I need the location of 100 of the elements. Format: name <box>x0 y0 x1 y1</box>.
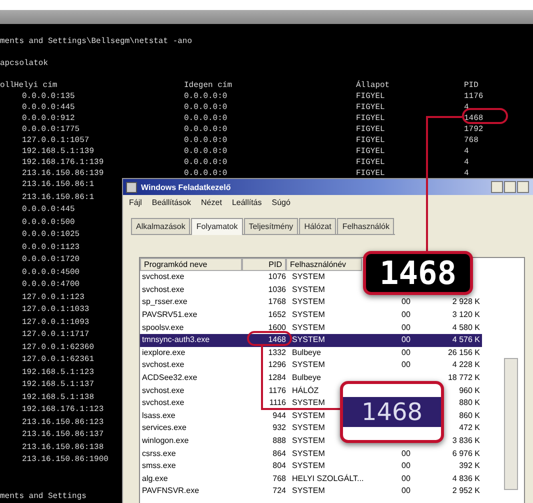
process-memory: 4 836 K <box>452 474 480 484</box>
process-memory: 880 K <box>459 398 480 408</box>
console-pid: 1176 <box>464 91 484 102</box>
tab[interactable]: Folyamatok <box>191 218 243 235</box>
console-state: FIGYEL <box>356 91 385 102</box>
tab[interactable]: Alkalmazások <box>131 218 190 234</box>
maximize-button[interactable] <box>504 181 516 193</box>
close-button[interactable] <box>517 181 529 193</box>
process-name: winlogon.exe <box>142 436 190 446</box>
console-local-address: 127.0.0.1:123 <box>21 292 84 304</box>
process-pid: 864 <box>272 448 286 459</box>
column-header[interactable]: Programkód neve <box>140 258 242 271</box>
process-name: services.exe <box>142 423 188 434</box>
process-memory: 3 836 K <box>452 436 480 446</box>
column-header[interactable]: PID <box>242 258 286 271</box>
console-local-address: 192.168.176.1:123 <box>21 404 104 416</box>
console-state: FIGYEL <box>356 157 385 168</box>
console-local-address: 192.168.5.1:137 <box>21 379 94 391</box>
scrollbar[interactable] <box>504 358 518 490</box>
tab[interactable]: Felhasználók <box>337 218 394 234</box>
console-local-address: 0.0.0.0:135 <box>21 91 75 102</box>
process-memory: 4 576 K <box>452 335 480 346</box>
console-local-address: 127.0.0.1:62361 <box>21 354 94 366</box>
process-user: SYSTEM <box>292 284 326 295</box>
console-foreign-address: 0.0.0.0:0 <box>184 135 228 146</box>
process-name: PAVSRV51.exe <box>142 310 198 320</box>
console-local-address: 192.168.176.1:139 <box>21 157 104 168</box>
process-memory: 3 120 K <box>452 310 480 320</box>
console-local-address: 127.0.0.1:1093 <box>21 316 90 328</box>
console-foreign-address: 0.0.0.0:0 <box>184 102 228 113</box>
console-pid: 4 <box>464 102 469 113</box>
console-pid: 1792 <box>464 124 484 135</box>
menu-item[interactable]: Fájl <box>129 198 142 207</box>
console-state: FIGYEL <box>356 124 385 135</box>
console-column-header: Helyi cím <box>14 80 58 91</box>
process-pid: 804 <box>272 461 286 472</box>
console-local-address: 0.0.0.0:1775 <box>21 124 80 135</box>
console-column-header: Állapot <box>356 80 390 91</box>
process-memory: 960 K <box>459 386 480 396</box>
console-pid: 4 <box>464 146 469 157</box>
console-state: FIGYEL <box>356 135 385 146</box>
console-local-address: 213.16.150.86:139 <box>21 168 104 179</box>
console-local-address: 0.0.0.0:4700 <box>21 279 80 291</box>
process-user: SYSTEM <box>292 448 326 459</box>
tab[interactable]: Hálózat <box>299 218 336 234</box>
console-local-address: 0.0.0.0:500 <box>21 216 75 228</box>
menu-item[interactable]: Nézet <box>201 198 222 207</box>
console-foreign-address: 0.0.0.0:0 <box>184 124 228 135</box>
process-cpu: 00 <box>400 348 412 358</box>
console-foreign-address: 0.0.0.0:0 <box>184 113 228 124</box>
process-cpu: 00 <box>400 360 412 370</box>
selected-process-row[interactable]: tmnsync-auth3.exe 1468 SYSTEM 00 4 576 K <box>140 334 482 347</box>
console-local-address: 127.0.0.1:1057 <box>21 135 90 146</box>
tab[interactable]: Teljesítmény <box>244 218 298 234</box>
console-column-header: PID <box>464 80 478 91</box>
process-user: SYSTEM <box>292 423 326 434</box>
process-user: SYSTEM <box>292 322 326 333</box>
process-user: HELYI SZOLGÁLT... <box>292 474 365 484</box>
process-memory: 18 772 K <box>448 373 480 384</box>
process-cpu: 00 <box>400 310 412 320</box>
process-pid: 1076 <box>268 272 286 282</box>
console-local-address: 192.168.5.1:138 <box>21 392 94 404</box>
magnified-callout: 1468 <box>340 381 444 443</box>
console-foreign-address: 0.0.0.0:0 <box>184 157 228 168</box>
process-cpu: 00 <box>400 322 412 333</box>
console-command: ments and Settings\Bellsegm\netstat -ano <box>0 36 192 48</box>
process-name: svchost.exe <box>142 284 186 295</box>
process-cpu: 00 <box>400 474 412 484</box>
process-user: Bulbeye <box>292 348 322 358</box>
console-local-address: 192.168.5.1:139 <box>21 146 94 157</box>
process-pid: 944 <box>272 410 286 421</box>
process-name: svchost.exe <box>142 398 186 408</box>
menu-item[interactable]: Súgó <box>272 198 290 207</box>
window-title: Windows Feladatkezelő <box>141 182 231 192</box>
minimize-button[interactable] <box>491 181 503 193</box>
process-pid: 1600 <box>268 322 286 333</box>
process-user: HÁLÓZ <box>292 386 320 396</box>
console-pid: 1468 <box>464 113 484 124</box>
console-local-address: 0.0.0.0:445 <box>21 102 75 113</box>
process-name: iexplore.exe <box>142 348 186 358</box>
process-cpu: 00 <box>400 461 412 472</box>
console-foreign-address: 0.0.0.0:0 <box>184 91 228 102</box>
console-local-address: 213.16.150.86:137 <box>21 429 104 441</box>
process-pid: 888 <box>272 436 286 446</box>
process-memory: 4 228 K <box>452 360 480 370</box>
menu-item[interactable]: Beállítások <box>152 198 192 207</box>
process-user: SYSTEM <box>292 360 326 370</box>
process-memory: 26 156 K <box>448 348 480 358</box>
console-pid: 4 <box>464 157 469 168</box>
column-header[interactable]: Felhasználónév <box>286 258 362 271</box>
console-column-header: oll <box>0 80 14 91</box>
process-memory: 860 K <box>459 410 480 421</box>
menu-item[interactable]: Leállítás <box>232 198 262 207</box>
process-pid: 724 <box>272 486 286 496</box>
process-name: svchost.exe <box>142 360 186 370</box>
console-pid: 768 <box>464 135 478 146</box>
process-pid: 1652 <box>268 310 286 320</box>
process-name: tmnsync-auth3.exe <box>142 335 211 346</box>
console-foreign-address: 0.0.0.0:0 <box>184 146 228 157</box>
process-memory: 392 K <box>459 461 480 472</box>
